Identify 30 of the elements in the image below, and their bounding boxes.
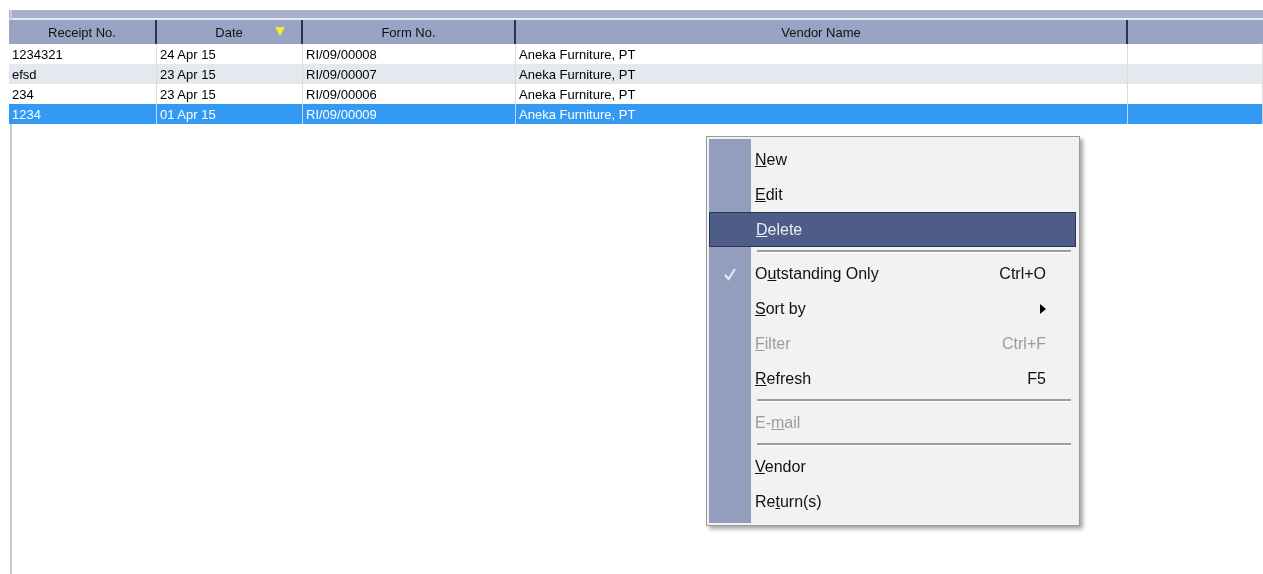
table-cell: Aneka Furniture, PT	[519, 106, 636, 122]
submenu-arrow-icon	[1040, 303, 1046, 314]
table-cell: RI/09/00009	[306, 106, 377, 122]
table-cell: RI/09/00007	[306, 66, 377, 82]
table-cell: 1234	[12, 106, 41, 122]
menu-item[interactable]: Refresh F5	[709, 361, 1076, 396]
table-row[interactable]: 1234321 24 Apr 15 RI/09/00008 Aneka Furniture, PT	[9, 44, 1263, 64]
table-cell: 23 Apr 15	[160, 66, 216, 82]
menu-item[interactable]: New	[709, 142, 1076, 177]
menu-item[interactable]: Edit	[709, 177, 1076, 212]
table-cell: RI/09/00008	[306, 46, 377, 62]
menu-item[interactable]: Outstanding Only Ctrl+O	[709, 256, 1076, 291]
table-cell: 234	[12, 86, 34, 102]
table-cell: 23 Apr 15	[160, 86, 216, 102]
menu-item[interactable]: Sort by	[709, 291, 1076, 326]
table-cell: 24 Apr 15	[160, 46, 216, 62]
check-icon	[723, 266, 737, 281]
table-cell: RI/09/00006	[306, 86, 377, 102]
menu-item[interactable]: Vendor	[709, 449, 1076, 484]
menu-item[interactable]: Delete	[709, 212, 1076, 247]
table-row[interactable]: efsd 23 Apr 15 RI/09/00007 Aneka Furniture, PT	[9, 64, 1263, 84]
table-cell: 1234321	[12, 46, 63, 62]
table-cell: Aneka Furniture, PT	[519, 86, 636, 102]
table-row[interactable]: 234 23 Apr 15 RI/09/00006 Aneka Furniture, PT	[9, 84, 1263, 104]
table-cell: Aneka Furniture, PT	[519, 66, 636, 82]
table-cell: Aneka Furniture, PT	[519, 46, 636, 62]
sort-arrow-icon	[275, 27, 285, 36]
table-cell: 01 Apr 15	[160, 106, 216, 122]
table-cell: efsd	[12, 66, 37, 82]
menu-item[interactable]: Return(s)	[709, 484, 1076, 519]
